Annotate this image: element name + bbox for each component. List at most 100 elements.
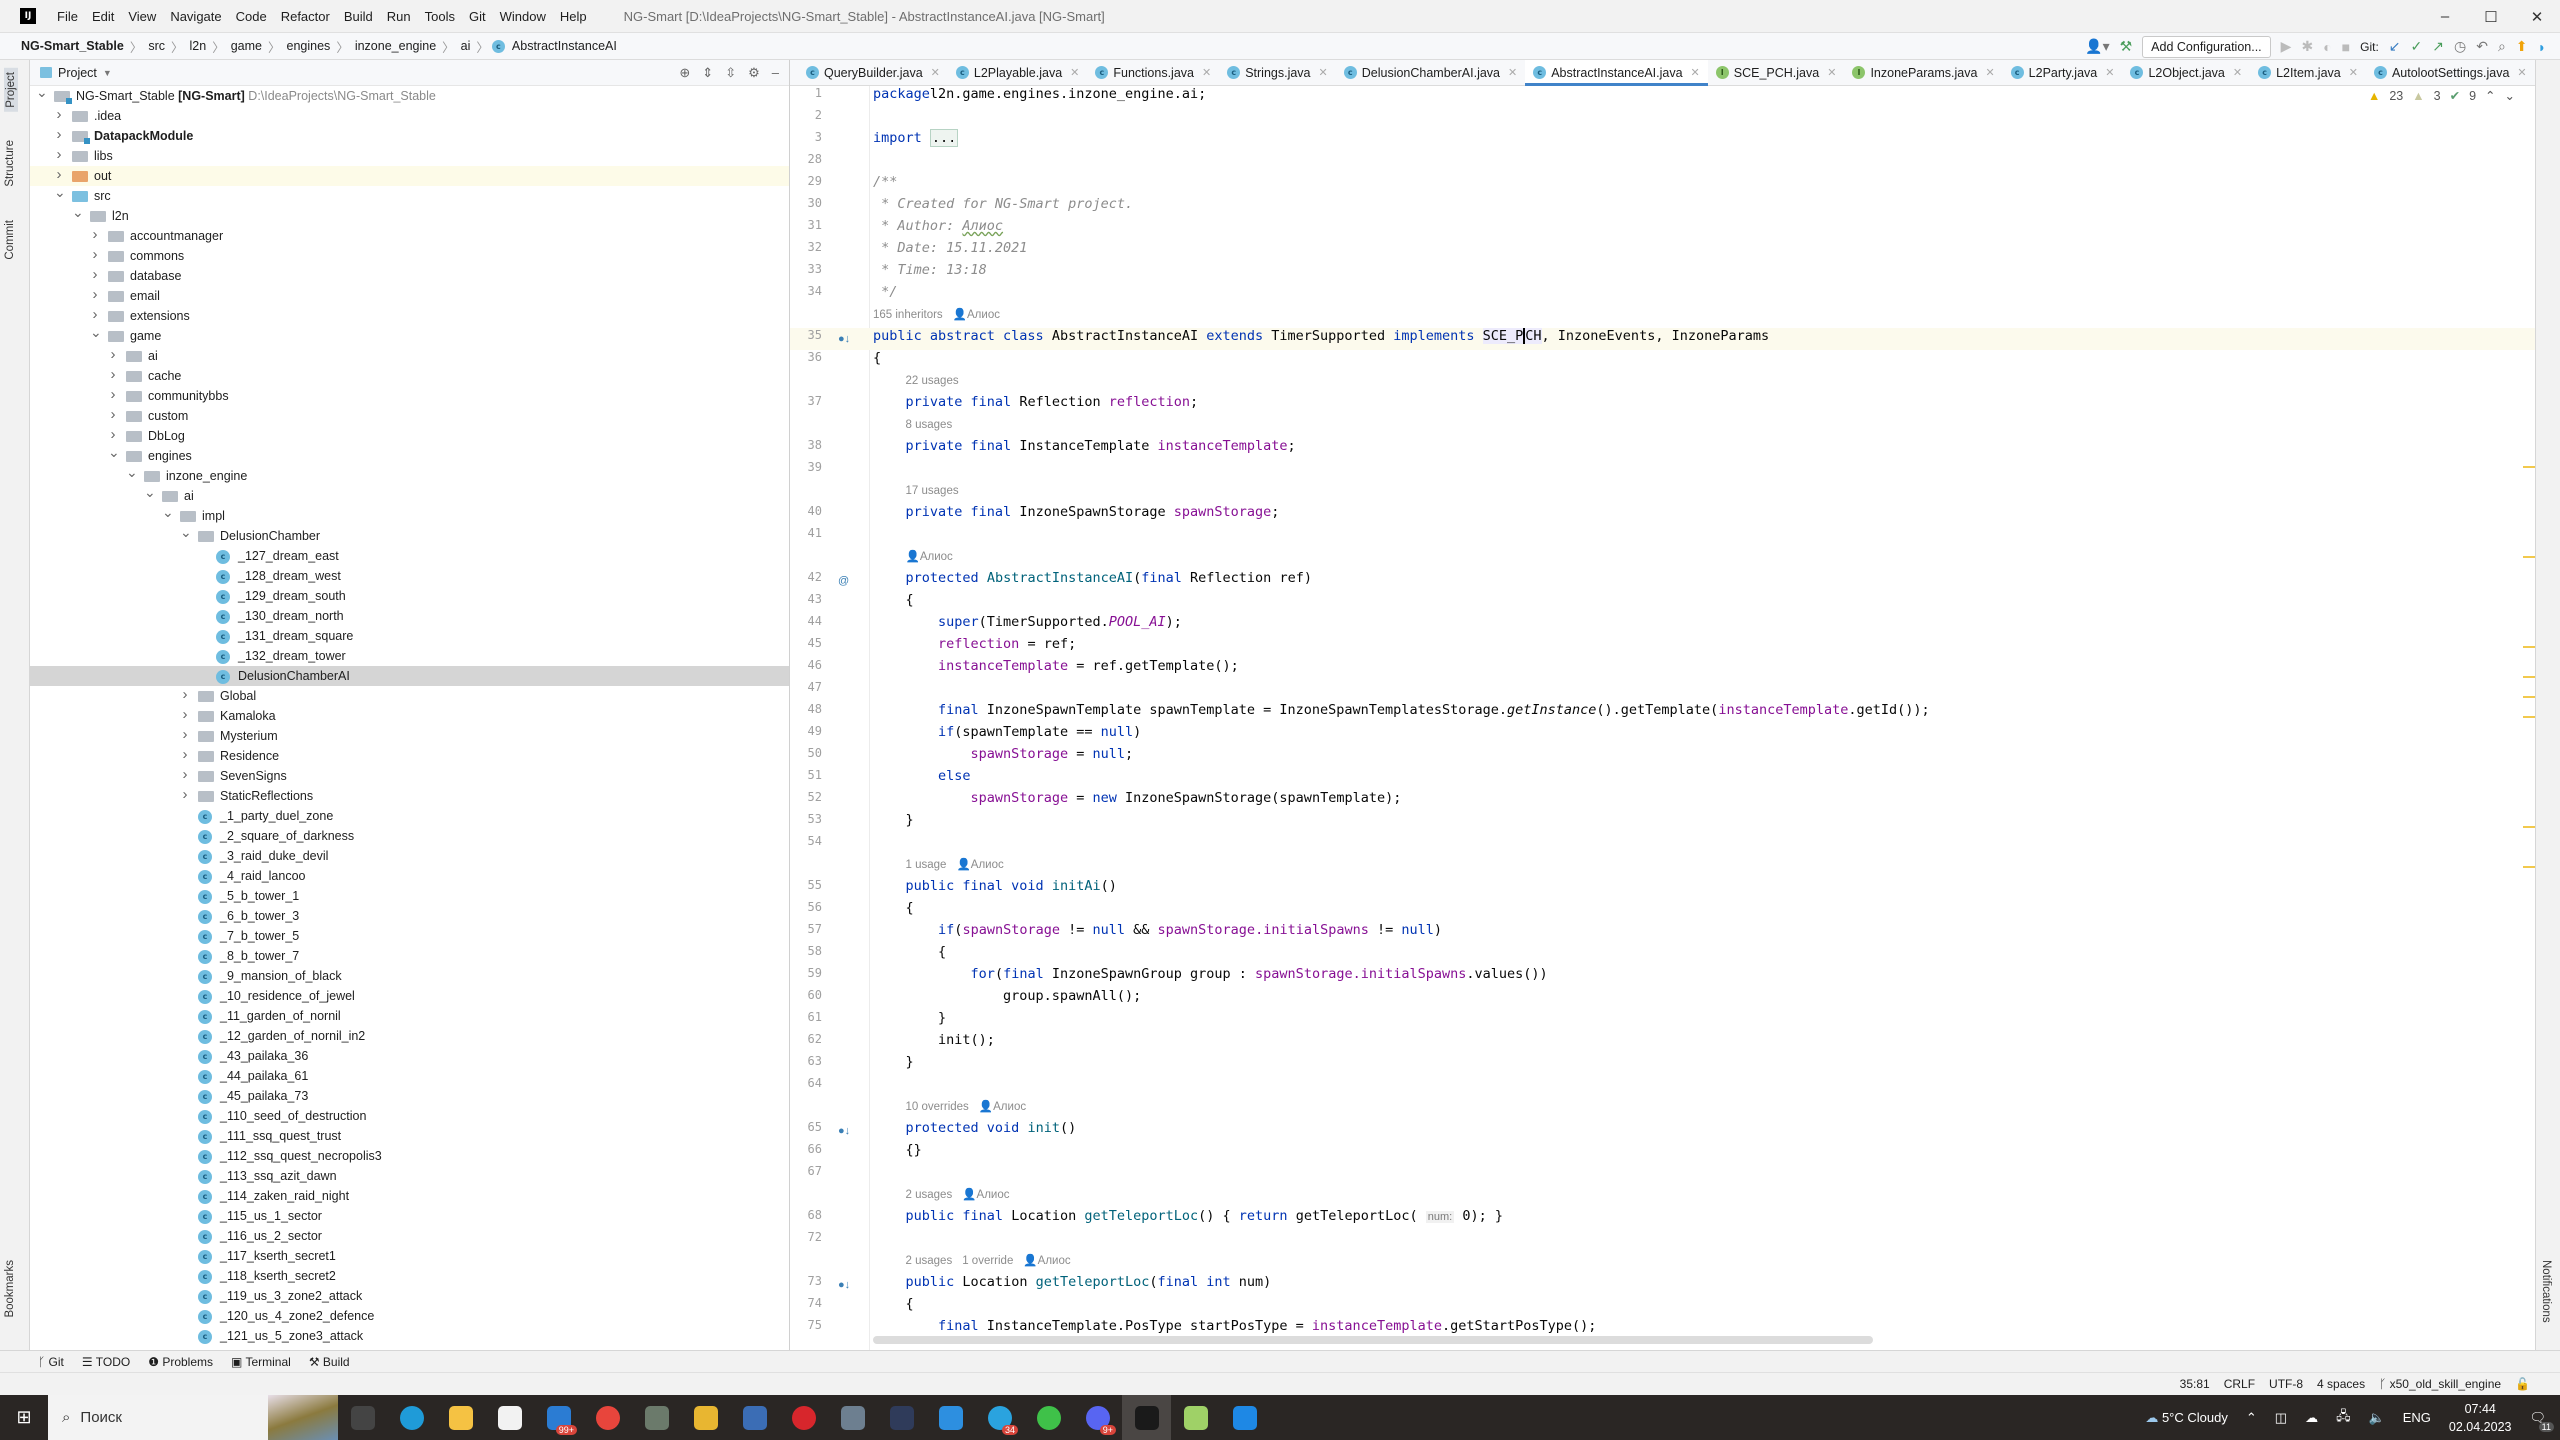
code-line[interactable]: 33 * Time: 13:18	[790, 262, 2535, 284]
taskbar-app-app-lock[interactable]	[632, 1395, 681, 1440]
code-line[interactable]: 32 * Date: 15.11.2021	[790, 240, 2535, 262]
close-button[interactable]: ✕	[2514, 0, 2560, 33]
code-line[interactable]: 54	[790, 834, 2535, 856]
tree-item--5-b-tower-1[interactable]: c _5_b_tower_1	[30, 886, 789, 906]
chevron-down-icon[interactable]: ⌄	[90, 322, 102, 342]
tree-item-extensions[interactable]: › extensions	[30, 306, 789, 326]
debug-icon[interactable]: ✱	[2301, 38, 2313, 55]
warning-stripe-mark[interactable]	[2523, 646, 2535, 648]
show-hidden-icons[interactable]: ⌃	[2246, 1410, 2257, 1426]
tree-item-delusionchamberai[interactable]: c DelusionChamberAI	[30, 666, 789, 686]
tree-item--7-b-tower-5[interactable]: c _7_b_tower_5	[30, 926, 789, 946]
chevron-down-icon[interactable]: ⌄	[72, 202, 84, 222]
tree-item--44-pailaka-61[interactable]: c _44_pailaka_61	[30, 1066, 789, 1086]
history-icon[interactable]: ◷	[2454, 38, 2466, 55]
warning-stripe-mark[interactable]	[2523, 826, 2535, 828]
chevron-right-icon[interactable]: ›	[90, 225, 100, 245]
notifications-tool-tab[interactable]: Notifications	[2540, 1260, 2552, 1323]
usages-hint[interactable]: 165 inheritors	[873, 309, 943, 321]
input-language[interactable]: ENG	[2403, 1410, 2431, 1425]
taskbar-app-edge[interactable]	[387, 1395, 436, 1440]
usages-hint[interactable]: 1 usage	[906, 859, 947, 871]
tree-item--113-ssq-azit-dawn[interactable]: c _113_ssq_azit_dawn	[30, 1166, 789, 1186]
search-icon[interactable]: ⌕	[2498, 38, 2506, 55]
author-hint[interactable]: Алиос	[1038, 1255, 1071, 1267]
code-line[interactable]: 74 {	[790, 1296, 2535, 1318]
file-encoding[interactable]: UTF-8	[2269, 1377, 2303, 1391]
chevron-right-icon[interactable]: ›	[180, 685, 190, 705]
rollback-icon[interactable]: ↶	[2476, 38, 2488, 55]
breadcrumb-item[interactable]: game	[228, 39, 265, 53]
tree-item-datapackmodule[interactable]: › DatapackModule	[30, 126, 789, 146]
code-line[interactable]: 64	[790, 1076, 2535, 1098]
close-icon[interactable]: ✕	[2517, 66, 2526, 79]
menu-window[interactable]: Window	[493, 9, 553, 24]
taskbar-app-intellij-idea[interactable]	[1122, 1395, 1171, 1440]
tree-item--2-square-of-darkness[interactable]: c _2_square_of_darkness	[30, 826, 789, 846]
onedrive-error-icon[interactable]: ☁	[2305, 1410, 2318, 1426]
implemented-gutter-icon[interactable]: ●↓	[838, 1120, 850, 1142]
tree-item--10-residence-of-jewel[interactable]: c _10_residence_of_jewel	[30, 986, 789, 1006]
code-line[interactable]: 37 private final Reflection reflection;	[790, 394, 2535, 416]
previous-highlight-icon[interactable]: ⌃	[2485, 88, 2495, 103]
next-highlight-icon[interactable]: ⌄	[2505, 88, 2515, 103]
git-branch[interactable]: ᚴ x50_old_skill_engine	[2379, 1377, 2501, 1391]
tool-window-problems[interactable]: ❶ Problems	[148, 1355, 213, 1369]
git-update-icon[interactable]: ↙	[2389, 38, 2401, 55]
code-line[interactable]: 36 {	[790, 350, 2535, 372]
tree-item-communitybbs[interactable]: › communitybbs	[30, 386, 789, 406]
chevron-down-icon[interactable]: ⌄	[162, 502, 174, 522]
taskbar-app-opera[interactable]	[779, 1395, 828, 1440]
taskbar-app-app-dark[interactable]	[877, 1395, 926, 1440]
code-line[interactable]: 62 init();	[790, 1032, 2535, 1054]
tree-item-ai[interactable]: ⌄ ai	[30, 484, 789, 506]
tool-window-terminal[interactable]: ▣ Terminal	[231, 1355, 291, 1369]
chevron-right-icon[interactable]: ›	[108, 385, 118, 405]
stop-icon[interactable]: ■	[2342, 39, 2350, 55]
caret-position[interactable]: 35:81	[2180, 1377, 2210, 1391]
code-line[interactable]: 49 if(spawnTemplate == null)	[790, 724, 2535, 746]
code-with-me-icon[interactable]: ◗	[2538, 39, 2546, 55]
tree-item--11-garden-of-nornil[interactable]: c _11_garden_of_nornil	[30, 1006, 789, 1026]
taskbar-app-ms-store[interactable]	[485, 1395, 534, 1440]
git-commit-icon[interactable]: ✓	[2411, 38, 2423, 55]
maximize-button[interactable]: ☐	[2468, 0, 2514, 33]
locate-icon[interactable]: ⊕	[679, 65, 690, 81]
add-configuration-button[interactable]: Add Configuration...	[2142, 35, 2271, 58]
close-icon[interactable]: ✕	[2105, 66, 2114, 79]
menu-git[interactable]: Git	[462, 9, 493, 24]
code-line[interactable]: 45 reflection = ref;	[790, 636, 2535, 658]
taskbar-app-calculator[interactable]	[828, 1395, 877, 1440]
indent-setting[interactable]: 4 spaces	[2317, 1377, 2365, 1391]
chevron-down-icon[interactable]: ⌄	[36, 82, 48, 102]
weather[interactable]: ☁ 5°C Cloudy	[2145, 1410, 2228, 1426]
code-line[interactable]: 68 public final Location getTeleportLoc(…	[790, 1208, 2535, 1230]
tree-item--12-garden-of-nornil-in2[interactable]: c _12_garden_of_nornil_in2	[30, 1026, 789, 1046]
chevron-down-icon[interactable]: ⌄	[54, 182, 66, 202]
editor-tab-querybuilder[interactable]: c QueryBuilder.java ✕	[798, 60, 948, 85]
code-line[interactable]: 41	[790, 526, 2535, 548]
start-button[interactable]: ⊞	[0, 1395, 48, 1440]
tool-window-git[interactable]: ᚴ Git	[38, 1355, 64, 1369]
tree-item--119-us-3-zone2-attack[interactable]: c _119_us_3_zone2_attack	[30, 1286, 789, 1306]
clock[interactable]: 07:44 02.04.2023	[2449, 1400, 2512, 1436]
code-line[interactable]: 58 {	[790, 944, 2535, 966]
tree-item--132-dream-tower[interactable]: c _132_dream_tower	[30, 646, 789, 666]
tree-item--117-kserth-secret1[interactable]: c _117_kserth_secret1	[30, 1246, 789, 1266]
code-line[interactable]: 66 {}	[790, 1142, 2535, 1164]
code-line[interactable]: 44 super(TimerSupported.POOL_AI);	[790, 614, 2535, 636]
tree-item--6-b-tower-3[interactable]: c _6_b_tower_3	[30, 906, 789, 926]
tree-item-commons[interactable]: › commons	[30, 246, 789, 266]
warning-stripe-mark[interactable]	[2523, 676, 2535, 678]
breadcrumb-item[interactable]: src	[145, 39, 168, 53]
chevron-right-icon[interactable]: ›	[90, 265, 100, 285]
code-line[interactable]: 67	[790, 1164, 2535, 1186]
menu-build[interactable]: Build	[337, 9, 380, 24]
coverage-icon[interactable]: ◐	[2323, 39, 2331, 55]
menu-refactor[interactable]: Refactor	[274, 9, 337, 24]
close-icon[interactable]: ✕	[1070, 66, 1079, 79]
commit-tool-tab[interactable]: Commit	[4, 220, 16, 260]
breadcrumb-item[interactable]: NG-Smart_Stable	[18, 39, 127, 53]
line-separator[interactable]: CRLF	[2224, 1377, 2255, 1391]
update-icon[interactable]: ⬆	[2516, 38, 2528, 55]
